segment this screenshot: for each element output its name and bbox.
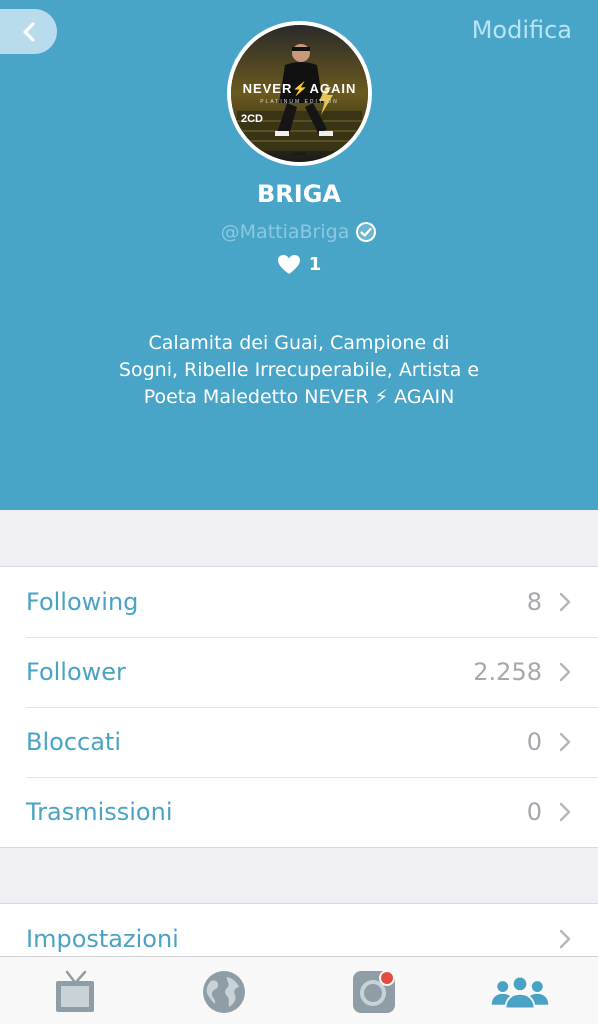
settings-list: Impostazioni: [0, 903, 598, 963]
following-row[interactable]: Following 8: [0, 567, 598, 637]
settings-row[interactable]: Impostazioni: [0, 904, 598, 962]
bio-line: Calamita dei Guai, Campione di: [148, 332, 450, 354]
bio-line: Sogni, Ribelle Irrecuperabile, Artista e: [118, 359, 480, 381]
chevron-right-icon: [559, 929, 571, 949]
cover-logo: BRIGA: [293, 151, 306, 156]
row-label: Following: [26, 588, 139, 616]
heart-icon: [277, 255, 300, 274]
row-label: Trasmissioni: [26, 798, 173, 826]
tab-bar: [0, 956, 598, 1024]
cover-subtitle: PLATINUM EDITION: [260, 99, 339, 105]
likes-count: 1: [308, 254, 322, 275]
tab-people[interactable]: [490, 967, 550, 1017]
people-icon: [491, 975, 549, 1010]
likes-row: 1: [0, 254, 598, 275]
tab-broadcast[interactable]: [344, 967, 404, 1017]
chevron-right-icon: [559, 732, 571, 752]
blocked-row[interactable]: Bloccati 0: [0, 707, 598, 777]
bio-line: Poeta Maledetto NEVER ⚡ AGAIN: [143, 386, 455, 408]
avatar[interactable]: NEVER⚡AGAIN PLATINUM EDITION 2CD BRIGA: [227, 21, 372, 166]
chevron-left-icon: [22, 21, 35, 42]
cover-title: NEVER⚡AGAIN: [242, 81, 357, 96]
stats-list: Following 8 Follower 2.258 Bloccati 0 Tr…: [0, 566, 598, 848]
profile-header: Modifica NEVER⚡AGAIN PLATINUM EDITION 2C…: [0, 0, 598, 510]
cover-badge: 2CD: [241, 113, 264, 125]
tv-icon: [56, 970, 94, 1012]
tab-tv[interactable]: [45, 967, 105, 1017]
profile-handle: @MattiaBriga: [220, 221, 350, 243]
row-value: 2.258: [473, 658, 542, 686]
chevron-right-icon: [559, 592, 571, 612]
follower-row[interactable]: Follower 2.258: [0, 637, 598, 707]
cover-title-right: AGAIN: [309, 81, 357, 96]
globe-icon: [203, 971, 245, 1013]
row-label: Impostazioni: [26, 925, 179, 953]
camera-broadcast-icon: [353, 970, 395, 1013]
handle-row: @MattiaBriga: [0, 221, 598, 243]
row-value: 0: [526, 728, 542, 756]
profile-name: BRIGA: [257, 180, 341, 208]
chevron-right-icon: [559, 802, 571, 822]
back-button[interactable]: [0, 9, 57, 54]
broadcasts-row[interactable]: Trasmissioni 0: [0, 777, 598, 847]
verified-badge-icon: [356, 222, 377, 242]
profile-bio: Calamita dei Guai, Campione di Sogni, Ri…: [100, 330, 498, 411]
chevron-right-icon: [559, 662, 571, 682]
row-value: 8: [526, 588, 542, 616]
row-label: Bloccati: [26, 728, 121, 756]
tab-global[interactable]: [194, 967, 254, 1017]
row-label: Follower: [26, 658, 126, 686]
cover-title-left: NEVER: [242, 81, 293, 96]
edit-button[interactable]: Modifica: [472, 16, 572, 44]
row-value: 0: [526, 798, 542, 826]
album-cover-image: NEVER⚡AGAIN PLATINUM EDITION 2CD BRIGA: [231, 25, 368, 162]
